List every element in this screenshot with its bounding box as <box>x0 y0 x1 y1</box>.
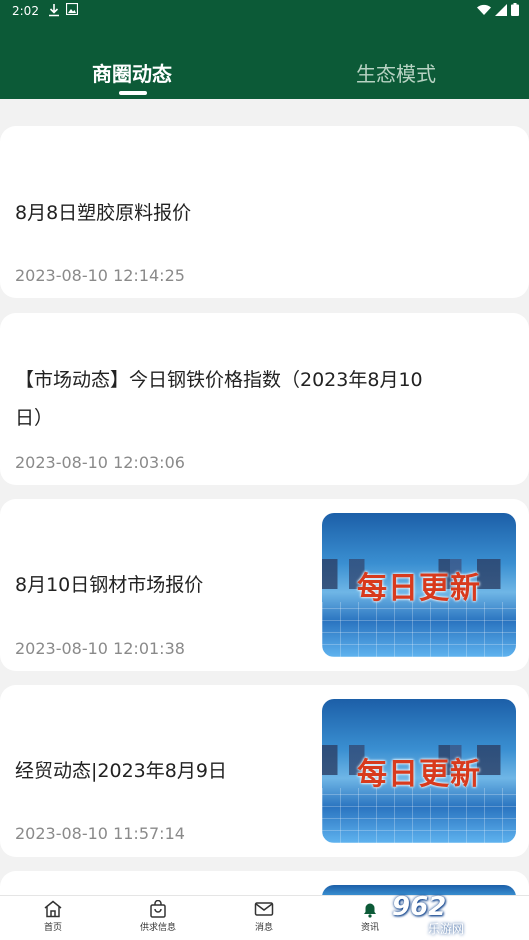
nav-news-label: 资讯 <box>360 923 379 933</box>
news-title: 8月10日钢材市场报价 <box>15 574 204 596</box>
news-title: 8月8日塑胶原料报价 <box>15 202 192 224</box>
thumbnail-grid <box>322 602 516 657</box>
news-title: 经贸动态|2023年8月9日 <box>15 760 227 782</box>
news-card[interactable]: 【市场动态】今日钢铁价格指数（2023年8月10 日） 2023-08-10 1… <box>0 313 529 485</box>
nav-messages[interactable]: 消息 <box>224 900 304 933</box>
news-time: 2023-08-10 11:57:14 <box>15 824 185 843</box>
mail-icon <box>224 900 304 918</box>
news-card[interactable]: 8月10日钢材市场报价 2023-08-10 12:01:38 每日更新 <box>0 499 529 671</box>
battery-icon <box>511 3 519 19</box>
news-time: 2023-08-10 12:03:06 <box>15 453 185 472</box>
news-thumbnail: 每日更新 <box>322 699 516 843</box>
site-watermark: 962 乐游网 <box>388 890 529 940</box>
thumbnail-caption: 每日更新 <box>357 571 481 606</box>
image-icon <box>65 2 79 18</box>
news-card[interactable]: 8月8日塑胶原料报价 2023-08-10 12:14:25 <box>0 126 529 298</box>
news-time: 2023-08-10 12:01:38 <box>15 639 185 658</box>
news-title-line2: 日） <box>15 407 54 429</box>
tab-eco-mode[interactable]: 生态模式 <box>356 58 436 87</box>
nav-supply-demand[interactable]: 供求信息 <box>118 900 198 933</box>
download-icon <box>48 3 60 20</box>
watermark-site: 乐游网 <box>428 922 465 936</box>
status-time: 2:02 <box>12 4 39 18</box>
signal-icon <box>495 3 507 19</box>
tab-business-news[interactable]: 商圈动态 <box>92 58 172 87</box>
nav-messages-label: 消息 <box>254 923 273 933</box>
active-tab-indicator <box>119 91 147 95</box>
news-card[interactable]: 经贸动态|2023年8月9日 2023-08-10 11:57:14 每日更新 <box>0 685 529 857</box>
thumbnail-caption: 每日更新 <box>357 757 481 792</box>
shopping-bag-icon <box>118 900 198 918</box>
home-icon <box>13 900 93 918</box>
nav-supply-demand-label: 供求信息 <box>139 923 176 933</box>
nav-home[interactable]: 首页 <box>13 900 93 933</box>
news-time: 2023-08-10 12:14:25 <box>15 266 185 285</box>
wifi-icon <box>477 4 491 19</box>
watermark-logo: 962 <box>392 892 447 922</box>
app-header: 2:02 商圈动态 生态模式 <box>0 0 529 99</box>
news-title-line1: 【市场动态】今日钢铁价格指数（2023年8月10 <box>15 369 423 391</box>
thumbnail-grid <box>322 788 516 843</box>
nav-home-label: 首页 <box>43 923 62 933</box>
news-thumbnail: 每日更新 <box>322 513 516 657</box>
status-bar: 2:02 <box>0 0 529 26</box>
